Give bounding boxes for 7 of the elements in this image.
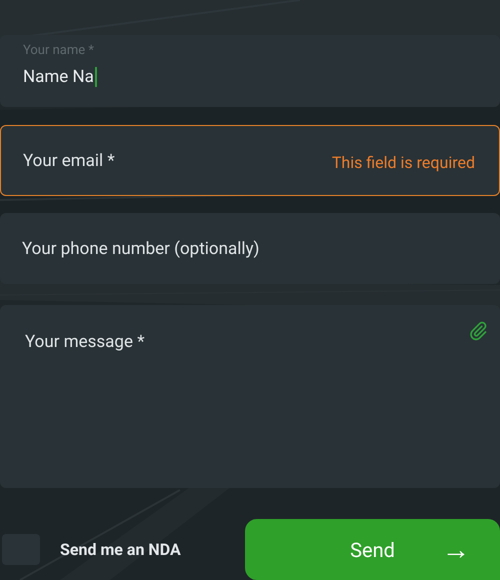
error-message: This field is required <box>332 152 475 174</box>
phone-field[interactable]: Your phone number (optionally) <box>0 213 500 284</box>
nda-label: Send me an NDA <box>60 538 181 560</box>
message-field[interactable]: Your message * <box>0 305 500 488</box>
name-field[interactable]: Your name * Name Na <box>0 35 500 107</box>
arrow-icon: → <box>442 536 470 564</box>
paperclip-icon[interactable] <box>468 321 488 341</box>
